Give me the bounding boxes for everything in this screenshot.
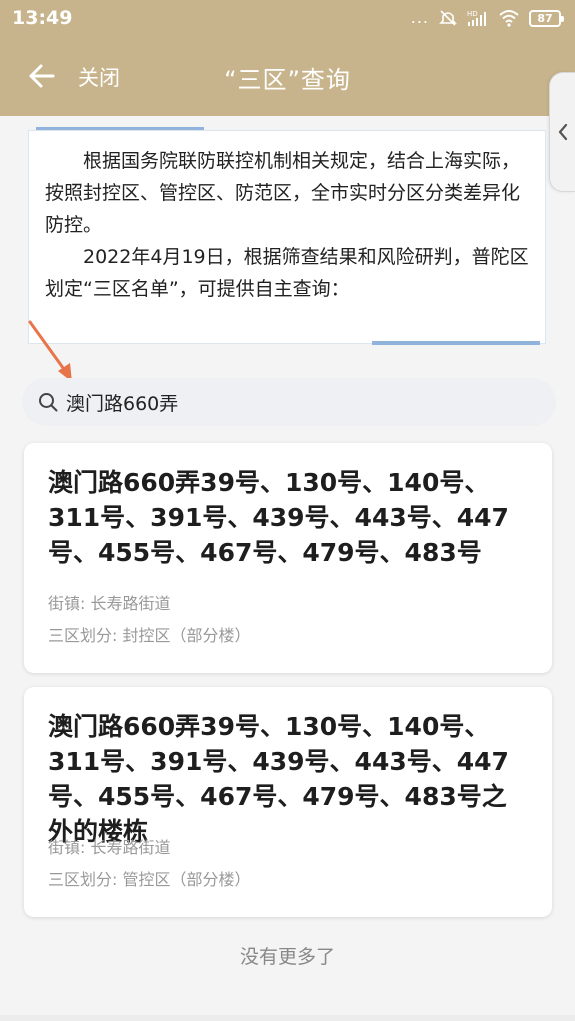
result-title: 澳门路660弄39号、130号、140号、311号、391号、439号、443号… bbox=[48, 712, 509, 846]
notice-box: 根据国务院联防联控机制相关规定，结合上海实际，按照封控区、管控区、防范区，全市实… bbox=[28, 130, 546, 344]
svg-text:HD: HD bbox=[467, 10, 478, 18]
notice-accent-bottom bbox=[372, 341, 540, 345]
page-title: “三区”查询 bbox=[224, 66, 351, 94]
result-zone: 三区划分: 管控区（部分楼） bbox=[48, 870, 251, 889]
search-bar[interactable] bbox=[22, 378, 556, 426]
notice-paragraph-2: 2022年4月19日，根据筛查结果和风险研判，普陀区划定“三区名单”，可提供自主… bbox=[45, 246, 529, 300]
status-bar: 13:49 ... HD 87 bbox=[0, 0, 575, 38]
navigation-bar: 关闭 “三区”查询 bbox=[0, 38, 575, 116]
battery-icon: 87 bbox=[529, 9, 564, 27]
bottom-divider bbox=[0, 1015, 575, 1021]
signal-hd-icon: HD bbox=[467, 10, 486, 26]
chevron-left-icon bbox=[558, 123, 567, 141]
result-card[interactable]: 澳门路660弄39号、130号、140号、311号、391号、439号、443号… bbox=[24, 687, 552, 917]
search-input[interactable] bbox=[66, 384, 536, 420]
no-more-results-label: 没有更多了 bbox=[239, 946, 335, 968]
mute-icon bbox=[439, 10, 457, 26]
result-title: 澳门路660弄39号、130号、140号、311号、391号、439号、443号… bbox=[48, 468, 509, 567]
status-icons: ... HD 87 bbox=[410, 8, 564, 28]
wifi-icon bbox=[499, 10, 519, 27]
side-drawer-tab[interactable] bbox=[549, 72, 575, 192]
status-dots: ... bbox=[410, 8, 429, 27]
result-zone: 三区划分: 封控区（部分楼） bbox=[48, 626, 251, 645]
notice-paragraph-1: 根据国务院联防联控机制相关规定，结合上海实际，按照封控区、管控区、防范区，全市实… bbox=[45, 150, 521, 236]
result-card[interactable]: 澳门路660弄39号、130号、140号、311号、391号、439号、443号… bbox=[24, 443, 552, 673]
battery-level: 87 bbox=[537, 11, 553, 25]
search-icon bbox=[39, 393, 58, 412]
status-time: 13:49 bbox=[12, 7, 73, 29]
result-street: 街镇: 长寿路街道 bbox=[48, 594, 171, 613]
result-street: 街镇: 长寿路街道 bbox=[48, 838, 171, 857]
